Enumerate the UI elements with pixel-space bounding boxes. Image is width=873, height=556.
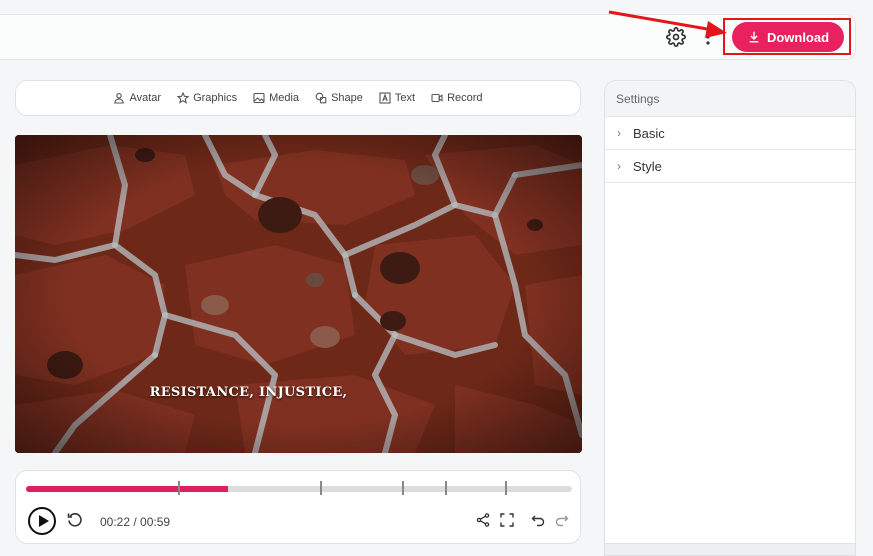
image-icon <box>253 92 265 104</box>
accordion-label: Style <box>633 158 662 174</box>
cracked-soil-scene-image <box>15 135 582 453</box>
toolbar-item-label: Media <box>269 92 300 104</box>
accordion-basic[interactable]: › Basic <box>605 117 855 150</box>
accordion-label: Basic <box>633 125 665 141</box>
annotation-arrow <box>608 10 727 38</box>
share-icon[interactable] <box>476 513 490 527</box>
video-camera-icon <box>431 93 443 103</box>
timeline-progress <box>26 486 229 492</box>
chevron-right-icon: › <box>617 126 621 140</box>
toolbar-item-label: Text <box>394 92 416 104</box>
timeline-marker[interactable] <box>445 481 448 495</box>
settings-panel: Settings › Basic › Style <box>604 80 856 556</box>
accordion-style[interactable]: › Style <box>605 150 855 183</box>
star-icon <box>177 92 190 104</box>
shapes-icon <box>315 92 327 104</box>
video-canvas[interactable]: RESISTANCE, INJUSTICE, <box>15 135 582 453</box>
toolbar-item-shape[interactable]: Shape <box>315 92 363 104</box>
timeline-scrubber[interactable] <box>26 481 572 495</box>
person-icon <box>114 93 125 104</box>
timecode: 00:22 / 00:59 <box>100 515 171 529</box>
toolbar-item-media[interactable]: Media <box>253 92 299 104</box>
toolbar-item-graphics[interactable]: Graphics <box>177 92 237 104</box>
settings-footer <box>605 543 855 555</box>
highlight-box <box>723 18 851 55</box>
player-controls: 00:22 / 00:59 <box>15 470 581 544</box>
timeline-marker[interactable] <box>177 481 180 495</box>
chevron-right-icon: › <box>617 159 621 173</box>
play-button[interactable] <box>28 507 56 535</box>
element-toolbar: Avatar Graphics Media Shape Text Record <box>15 80 581 116</box>
toolbar-item-text[interactable]: Text <box>379 92 415 104</box>
timeline-marker[interactable] <box>401 481 404 495</box>
redo-icon[interactable] <box>555 513 569 527</box>
toolbar-item-label: Record <box>447 92 483 104</box>
toolbar-item-label: Shape <box>331 92 363 104</box>
timeline-marker[interactable] <box>319 481 322 495</box>
undo-icon[interactable] <box>531 513 545 527</box>
toolbar-item-avatar[interactable]: Avatar <box>113 92 161 104</box>
caption-text: RESISTANCE, INJUSTICE, <box>149 385 348 400</box>
fullscreen-icon[interactable] <box>500 513 514 527</box>
settings-title: Settings <box>605 81 855 117</box>
timeline-marker[interactable] <box>505 481 508 495</box>
text-box-icon <box>379 92 391 104</box>
video-caption: RESISTANCE, INJUSTICE, <box>15 383 582 401</box>
toolbar-item-label: Graphics <box>193 92 238 104</box>
toolbar-item-record[interactable]: Record <box>431 92 483 104</box>
replay-icon[interactable] <box>66 511 84 529</box>
toolbar-item-label: Avatar <box>129 92 162 104</box>
